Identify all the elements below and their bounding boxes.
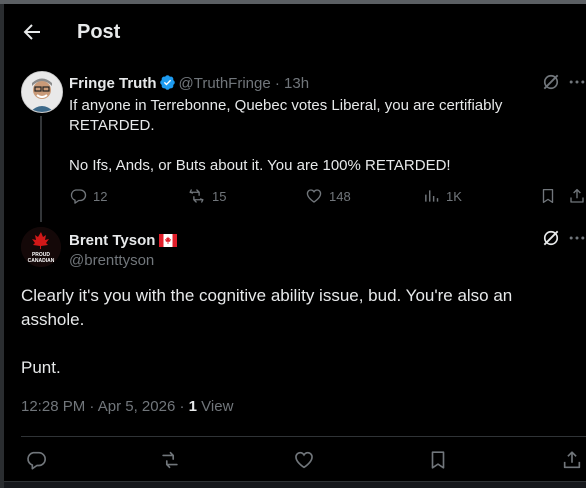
like-icon[interactable] — [293, 449, 315, 471]
grok-icon[interactable] — [541, 72, 561, 92]
post-meta: 12:28 PM · Apr 5, 2026 · 1 View — [21, 398, 233, 415]
reply-icon — [69, 187, 87, 205]
tweet1-text: If anyone in Terrebonne, Quebec votes Li… — [69, 97, 503, 174]
like-count: 148 — [329, 188, 351, 204]
divider — [21, 436, 586, 437]
author-handle[interactable]: @brenttyson — [69, 252, 154, 269]
reply-icon[interactable] — [25, 449, 47, 471]
share-icon — [568, 187, 586, 205]
window-bottom-border — [4, 481, 586, 488]
thread-connector — [40, 116, 42, 222]
verified-badge-icon — [159, 74, 176, 95]
view-label: View — [201, 398, 234, 415]
author-name[interactable]: Brent Tyson — [69, 232, 155, 249]
repost-icon — [187, 187, 206, 205]
view-count: 1 — [188, 398, 197, 415]
views-count: 1K — [446, 188, 462, 204]
post-page: Post Fringe Truth @TruthFringe · 13h If a… — [4, 4, 586, 488]
like-icon — [305, 187, 323, 205]
canada-flag-icon — [159, 234, 178, 251]
views-icon — [423, 187, 440, 205]
post-time[interactable]: 13h — [284, 75, 309, 92]
author-handle[interactable]: @TruthFringe — [179, 75, 271, 92]
page-title: Post — [77, 21, 121, 43]
post-time[interactable]: 12:28 PM — [21, 398, 85, 415]
share-icon[interactable] — [561, 449, 583, 471]
svg-text:CANADIAN: CANADIAN — [28, 258, 55, 264]
share-button[interactable] — [568, 187, 586, 205]
avatar[interactable] — [21, 71, 63, 113]
dot-separator: · — [175, 398, 189, 415]
dot-separator: · — [270, 75, 285, 92]
post-header: Post — [4, 4, 586, 58]
back-arrow-icon[interactable] — [20, 20, 44, 44]
views-button[interactable]: 1K — [423, 187, 462, 205]
repost-count: 15 — [212, 188, 227, 204]
bookmark-icon[interactable] — [427, 449, 449, 471]
tweet2-author-name: Brent Tyson — [69, 232, 178, 251]
tweet1-header: Fringe Truth @TruthFringe · 13h — [69, 74, 309, 95]
repost-icon[interactable] — [159, 449, 181, 471]
bookmark-button[interactable] — [539, 187, 557, 205]
repost-button[interactable]: 15 — [187, 187, 226, 205]
avatar[interactable]: PROUD CANADIAN — [21, 227, 61, 267]
post-date[interactable]: Apr 5, 2026 — [98, 398, 176, 415]
like-button[interactable]: 148 — [305, 187, 351, 205]
more-icon[interactable] — [567, 72, 586, 92]
dot-separator: · — [85, 398, 98, 415]
more-icon[interactable] — [567, 228, 586, 248]
author-name[interactable]: Fringe Truth — [69, 75, 157, 92]
tweet2-text: Clearly it's you with the cognitive abil… — [21, 286, 513, 377]
reply-count: 12 — [93, 188, 108, 204]
bookmark-icon — [539, 187, 557, 205]
reply-button[interactable]: 12 — [69, 187, 107, 205]
grok-icon[interactable] — [541, 228, 561, 248]
